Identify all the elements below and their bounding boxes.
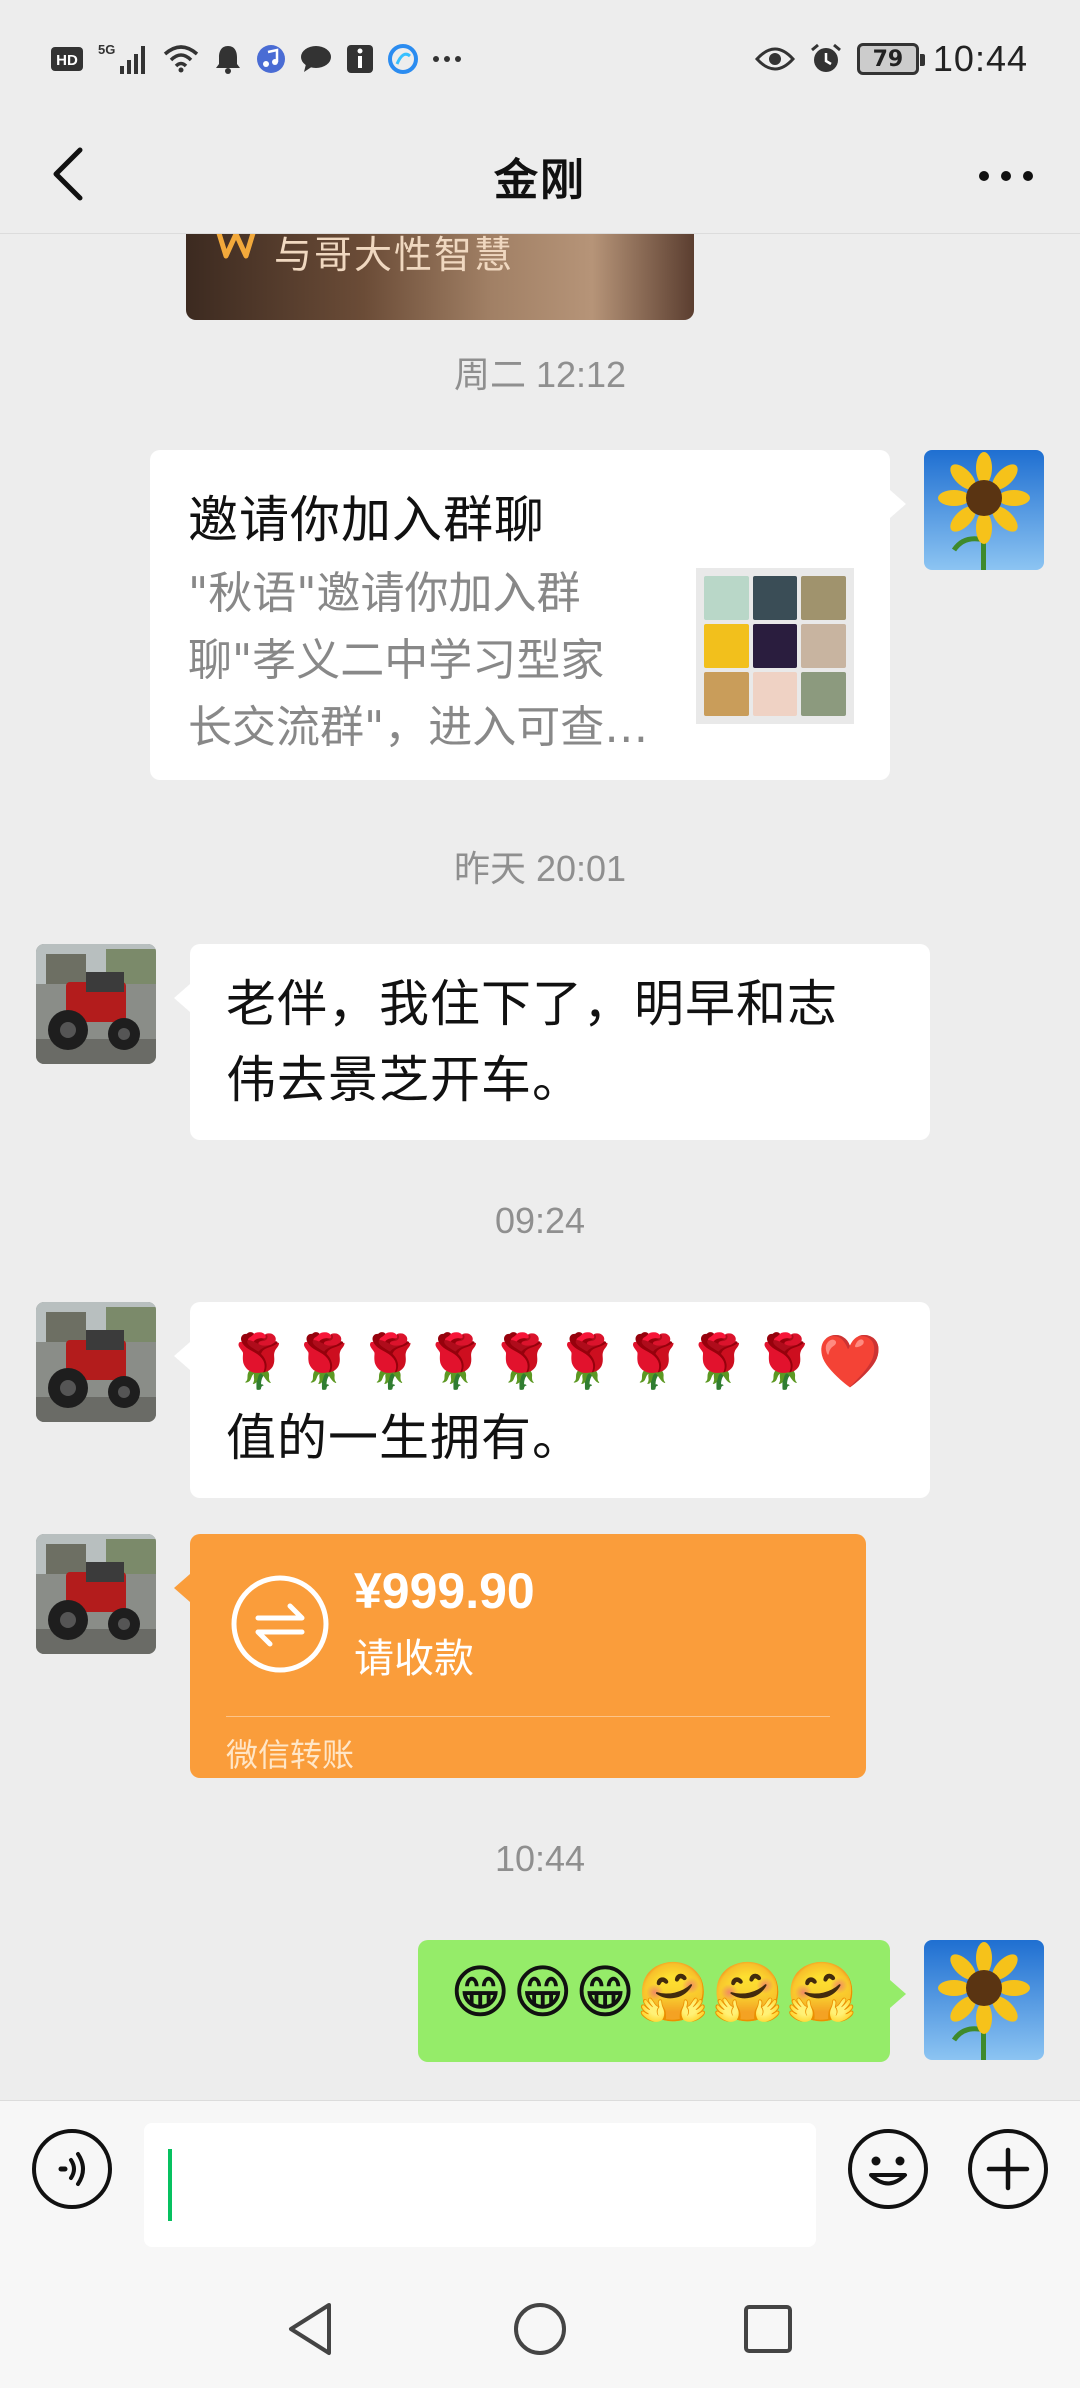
transfer-amount: ¥999.90 — [354, 1563, 535, 1619]
message-bubble[interactable]: 🌹🌹🌹🌹🌹🌹🌹🌹🌹❤️ 值的一生拥有。 — [174, 1302, 930, 1498]
divider — [226, 1716, 830, 1717]
message-text: 老伴，我住下了，明早和志 伟去景芝开车。 — [190, 944, 930, 1140]
voice-icon — [31, 2128, 113, 2214]
music-icon — [256, 44, 286, 74]
group-avatar-thumbnail — [696, 568, 854, 724]
thumb-cell — [801, 672, 846, 716]
invite-desc-line: 聊"孝义二中学习型家 — [188, 635, 605, 686]
svg-text:5G: 5G — [98, 42, 115, 57]
chat-bubble-icon — [300, 44, 332, 74]
chevron-left-icon — [48, 146, 88, 206]
transfer-card[interactable]: ¥999.90 请收款 微信转账 — [174, 1534, 866, 1778]
info-icon — [346, 44, 374, 74]
chat-title: 金刚 — [494, 154, 586, 206]
transfer-status: 请收款 — [354, 1636, 474, 1682]
thumb-cell — [801, 576, 846, 620]
message-bubble[interactable]: 老伴，我住下了，明早和志 伟去景芝开车。 — [174, 944, 930, 1140]
transfer-icon — [230, 1574, 330, 1678]
text-cursor — [168, 2149, 172, 2221]
message-line: 伟去景芝开车。 — [226, 1051, 583, 1109]
thumb-cell — [752, 672, 798, 716]
plus-circle-icon — [967, 2128, 1049, 2214]
5g-signal-icon: 5G — [98, 42, 148, 76]
avatar-self[interactable] — [924, 1940, 1044, 2060]
message-line: 老伴，我住下了，明早和志 — [226, 975, 838, 1033]
thumb-cell — [704, 576, 749, 620]
wifi-icon — [162, 44, 200, 74]
thumb-cell — [801, 624, 846, 668]
avatar-self[interactable] — [924, 450, 1044, 570]
invite-description: "秋语"邀请你加入群 聊"孝义二中学习型家 长交流群"，进入可查… — [188, 560, 668, 761]
status-bar: HD 5G 79 10:44 — [0, 0, 1080, 118]
message-line: 值的一生拥有。 — [226, 1409, 583, 1467]
status-bar-right: 79 10:44 — [754, 38, 1028, 80]
avatar-contact[interactable] — [36, 944, 156, 1064]
message-text: 🌹🌹🌹🌹🌹🌹🌹🌹🌹❤️ 值的一生拥有。 — [190, 1302, 930, 1498]
voice-button[interactable] — [30, 2129, 114, 2213]
system-navigation-bar — [0, 2276, 1080, 2388]
chat-header: 金刚 — [0, 118, 1080, 234]
browser-icon — [388, 44, 418, 74]
invite-desc-line: 长交流群"，进入可查… — [188, 702, 649, 753]
input-bar — [0, 2100, 1080, 2276]
more-button[interactable] — [968, 146, 1044, 206]
timestamp: 09:24 — [494, 1200, 586, 1241]
system-recents-button[interactable] — [728, 2296, 808, 2366]
bell-icon — [214, 44, 242, 74]
battery-icon: 79 — [856, 43, 925, 75]
system-home-button[interactable] — [500, 2296, 580, 2366]
home-circle-icon — [512, 2301, 568, 2361]
timestamp: 10:44 — [494, 1838, 586, 1879]
back-triangle-icon — [285, 2301, 335, 2361]
status-bar-left: HD 5G — [50, 42, 462, 76]
timestamp: 昨天 20:01 — [453, 848, 627, 889]
smiley-icon — [847, 2128, 929, 2214]
thumb-cell — [704, 624, 749, 668]
back-button[interactable] — [36, 142, 100, 210]
recents-square-icon — [742, 2303, 794, 2359]
avatar-contact[interactable] — [36, 1302, 156, 1422]
thumb-cell — [704, 672, 749, 716]
emoji-line: 🌹🌹🌹🌹🌹🌹🌹🌹🌹❤️ — [226, 1332, 884, 1392]
eye-icon — [754, 45, 795, 73]
status-time: 10:44 — [932, 38, 1028, 79]
message-bubble-self[interactable]: 😁😁😁🤗🤗🤗 — [418, 1940, 906, 2062]
battery-level: 79 — [872, 46, 904, 72]
emoji-message: 😁😁😁🤗🤗🤗 — [450, 1958, 861, 2026]
avatar-contact[interactable] — [36, 1534, 156, 1654]
invite-desc-line: "秋语"邀请你加入群 — [188, 568, 581, 619]
alarm-icon — [809, 43, 843, 75]
system-back-button[interactable] — [270, 2296, 350, 2366]
card-logo-icon — [214, 234, 258, 270]
timestamp: 周二 12:12 — [453, 354, 627, 395]
invite-title: 邀请你加入群聊 — [188, 491, 545, 549]
emoji-button[interactable] — [846, 2129, 930, 2213]
message-list[interactable]: 与哥大性智慧 周二 12:12 邀请你加入群聊 "秋语"邀请你加入群 聊"孝义二… — [0, 234, 1080, 2100]
thumb-cell — [752, 624, 798, 668]
more-dots-icon — [978, 167, 1034, 186]
more-dots-icon — [432, 54, 462, 64]
card-text: 与哥大性智慧 — [274, 234, 515, 277]
svg-text:HD: HD — [56, 52, 78, 69]
shared-card-clipped[interactable]: 与哥大性智慧 — [186, 234, 694, 320]
hd-icon: HD — [50, 45, 84, 73]
group-invite-card[interactable]: 邀请你加入群聊 "秋语"邀请你加入群 聊"孝义二中学习型家 长交流群"，进入可查… — [150, 450, 906, 780]
thumb-cell — [752, 576, 798, 620]
transfer-footer: 微信转账 — [226, 1736, 355, 1774]
message-input[interactable] — [144, 2123, 816, 2247]
more-functions-button[interactable] — [966, 2129, 1050, 2213]
